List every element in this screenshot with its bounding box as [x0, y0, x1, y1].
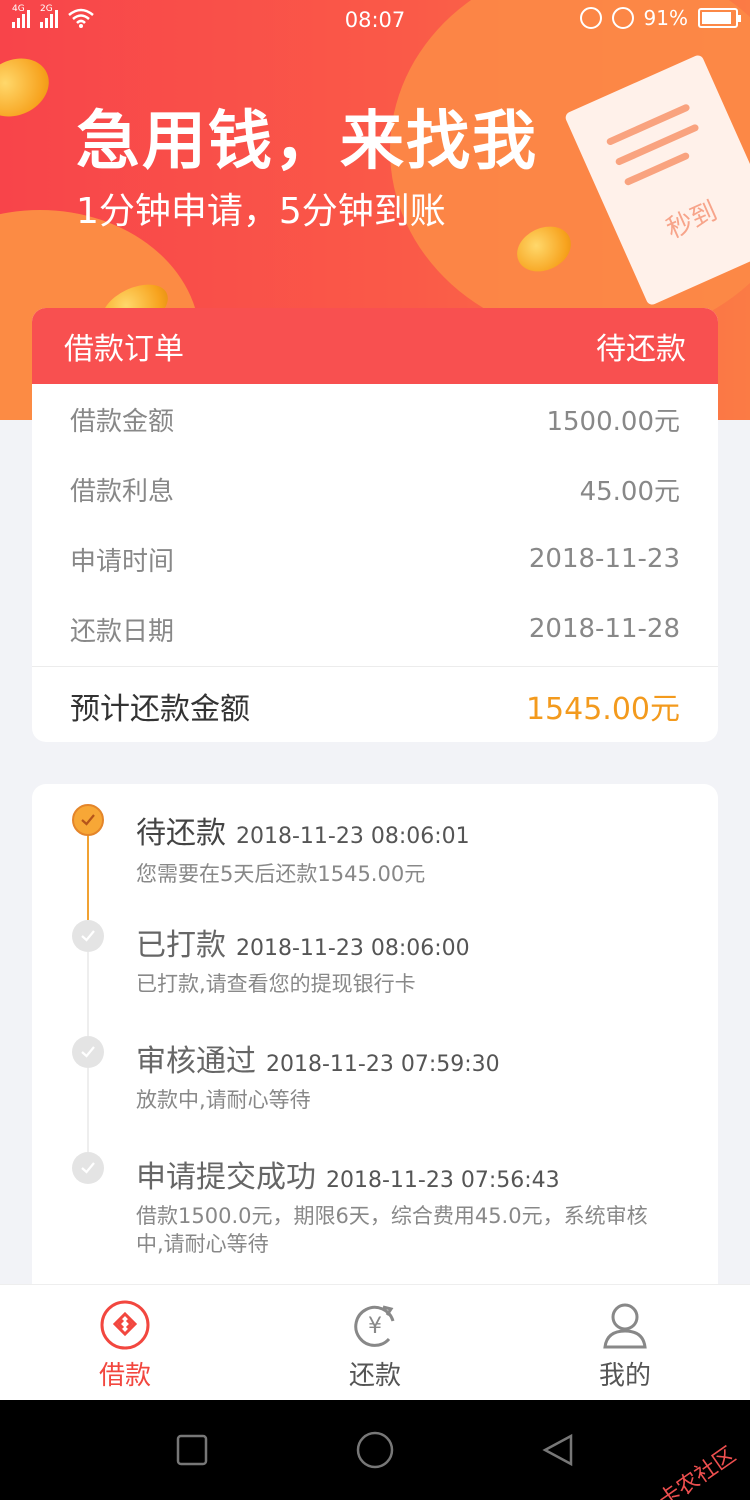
tab-label: 借款 [98, 1361, 151, 1391]
home-button[interactable] [350, 1425, 400, 1475]
total-value: 1545.00元 [525, 691, 680, 727]
row-label: 申请时间 [70, 546, 175, 577]
step-time: 2018-11-23 08:06:01 [236, 824, 470, 849]
timeline-desc: 借款1500.0元，期限6天，综合费用45.0元，系统审核中,请耐心等待 [136, 1204, 648, 1256]
tab-label: 还款 [348, 1361, 401, 1391]
tab-label: 我的 [598, 1361, 651, 1391]
timeline-title: 已打款 2018-11-23 08:06:00 [136, 920, 470, 964]
row-label: 借款金额 [70, 406, 175, 437]
timeline-title: 审核通过 2018-11-23 07:59:30 [136, 1036, 500, 1080]
alarm-icon [611, 7, 634, 29]
circle-icon [356, 1431, 394, 1469]
total-label: 预计还款金额 [70, 691, 250, 727]
square-icon [176, 1434, 207, 1466]
receipt-stamp: 秒到 [662, 196, 722, 245]
timeline-title: 待还款 2018-11-23 08:06:01 [136, 808, 470, 852]
loan-order-card: 借款订单 待还款 借款金额 1500.00元 借款利息 45.00元 申请时间 … [32, 308, 718, 742]
step-name: 申请提交成功 [136, 1160, 316, 1195]
step-time: 2018-11-23 07:56:43 [326, 1168, 560, 1193]
check-circle-icon [72, 1152, 104, 1184]
timeline-connector [87, 834, 89, 920]
check-circle-icon [72, 920, 104, 952]
coin-icon [0, 47, 59, 128]
row-value: 2018-11-23 [528, 544, 680, 574]
back-triangle-icon [542, 1433, 573, 1467]
timeline-desc: 放款中,请耐心等待 [136, 1088, 311, 1112]
timeline-title: 申请提交成功 2018-11-23 07:56:43 [136, 1152, 560, 1196]
battery-icon [698, 8, 741, 28]
battery-percent: 91% [643, 6, 688, 30]
order-status: 待还款 [596, 332, 686, 367]
check-circle-icon [72, 804, 104, 836]
order-header: 借款订单 待还款 [32, 308, 718, 384]
order-row-due-date: 还款日期 2018-11-28 [32, 594, 718, 664]
timeline-connector [87, 952, 89, 1036]
progress-timeline: 待还款 2018-11-23 08:06:01 您需要在5天后还款1545.00元… [32, 784, 718, 1304]
row-value: 45.00元 [579, 476, 680, 507]
hero-subtitle: 1分钟申请，5分钟到账 [76, 191, 446, 232]
step-time: 2018-11-23 08:06:00 [236, 936, 470, 961]
row-label: 借款利息 [70, 476, 175, 507]
back-button[interactable] [533, 1425, 583, 1475]
row-value: 1500.00元 [546, 406, 680, 437]
status-right: 91% [579, 6, 741, 30]
rotation-lock-icon [579, 7, 602, 29]
repay-yen-icon: ¥ [349, 1299, 401, 1351]
check-circle-icon [72, 1036, 104, 1068]
tab-repay[interactable]: ¥ 还款 [250, 1285, 500, 1400]
system-nav-bar [0, 1400, 750, 1500]
step-name: 待还款 [136, 816, 226, 851]
bottom-tab-bar: 借款 ¥ 还款 我的 [0, 1284, 750, 1400]
status-bar: 4G 2G 08:07 91% [0, 0, 750, 40]
tab-loan[interactable]: 借款 [0, 1285, 250, 1400]
timeline-desc: 已打款,请查看您的提现银行卡 [136, 972, 416, 996]
order-row-interest: 借款利息 45.00元 [32, 454, 718, 524]
step-name: 审核通过 [136, 1044, 256, 1079]
step-name: 已打款 [136, 928, 226, 963]
hero-title: 急用钱，来找我 [76, 105, 538, 179]
order-title: 借款订单 [64, 332, 184, 367]
order-row-apply-date: 申请时间 2018-11-23 [32, 524, 718, 594]
order-total-row: 预计还款金额 1545.00元 [32, 666, 718, 742]
step-time: 2018-11-23 07:59:30 [266, 1052, 500, 1077]
order-row-amount: 借款金额 1500.00元 [32, 384, 718, 454]
loan-icon [99, 1299, 151, 1351]
recents-button[interactable] [167, 1425, 217, 1475]
tab-mine[interactable]: 我的 [500, 1285, 750, 1400]
user-icon [599, 1299, 651, 1351]
timeline-connector [87, 1068, 89, 1152]
timeline-desc: 您需要在5天后还款1545.00元 [136, 862, 426, 886]
row-label: 还款日期 [70, 616, 175, 647]
row-value: 2018-11-28 [528, 614, 680, 644]
svg-text:¥: ¥ [368, 1314, 382, 1339]
